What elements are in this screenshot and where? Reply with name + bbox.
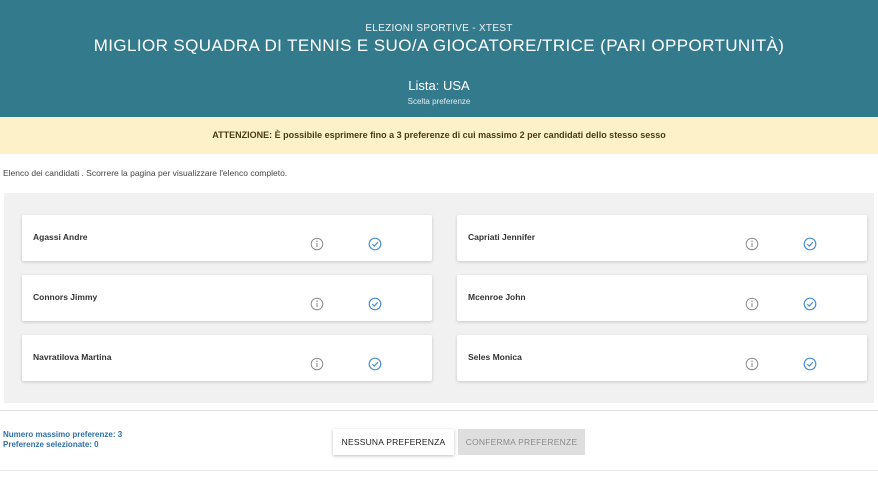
check-circle-icon[interactable]	[368, 237, 382, 251]
info-icon[interactable]	[310, 297, 324, 311]
confirm-preferences-button[interactable]: CONFERMA PREFERENZE	[458, 429, 585, 455]
check-circle-icon[interactable]	[368, 297, 382, 311]
candidates-intro: Elenco dei candidati . Scorrere la pagin…	[3, 168, 288, 178]
candidate-card: Connors Jimmy	[22, 275, 432, 321]
check-circle-icon[interactable]	[803, 357, 817, 371]
candidates-panel: Agassi Andre Capriati Jennifer Connors J…	[4, 193, 874, 403]
candidate-card: Capriati Jennifer	[457, 215, 867, 261]
candidate-name: Capriati Jennifer	[468, 232, 536, 242]
list-name: Lista: USA	[408, 78, 470, 93]
info-icon[interactable]	[310, 237, 324, 251]
selected-preferences-label: Preferenze selezionate: 0	[3, 440, 99, 449]
candidate-card: Seles Monica	[457, 335, 867, 381]
page-title: MIGLIOR SQUADRA DI TENNIS E SUO/A GIOCAT…	[93, 36, 785, 55]
candidate-card: Navratilova Martina	[22, 335, 432, 381]
candidate-name: Agassi Andre	[33, 232, 88, 242]
info-icon[interactable]	[310, 357, 324, 371]
check-circle-icon[interactable]	[803, 297, 817, 311]
candidate-name: Mcenroe John	[468, 292, 526, 302]
page-subtitle: Scelta preferenze	[407, 97, 471, 106]
footer-divider	[0, 410, 878, 411]
election-name: ELEZIONI SPORTIVE - XTEST	[365, 23, 513, 34]
attention-notice: ATTENZIONE: È possibile esprimere fino a…	[0, 117, 878, 154]
page-header: ELEZIONI SPORTIVE - XTEST MIGLIOR SQUADR…	[0, 0, 878, 117]
check-circle-icon[interactable]	[803, 237, 817, 251]
info-icon[interactable]	[745, 237, 759, 251]
info-icon[interactable]	[745, 357, 759, 371]
max-preferences-label: Numero massimo preferenze: 3	[3, 430, 123, 439]
bottom-divider	[0, 470, 878, 471]
candidate-name: Seles Monica	[468, 352, 522, 362]
candidate-name: Connors Jimmy	[33, 292, 98, 302]
check-circle-icon[interactable]	[368, 357, 382, 371]
preference-stats: Numero massimo preferenze: 3 Preferenze …	[3, 430, 122, 450]
info-icon[interactable]	[745, 297, 759, 311]
candidate-card: Agassi Andre	[22, 215, 432, 261]
candidate-card: Mcenroe John	[457, 275, 867, 321]
candidate-name: Navratilova Martina	[33, 352, 112, 362]
no-preference-button[interactable]: NESSUNA PREFERENZA	[333, 429, 454, 455]
